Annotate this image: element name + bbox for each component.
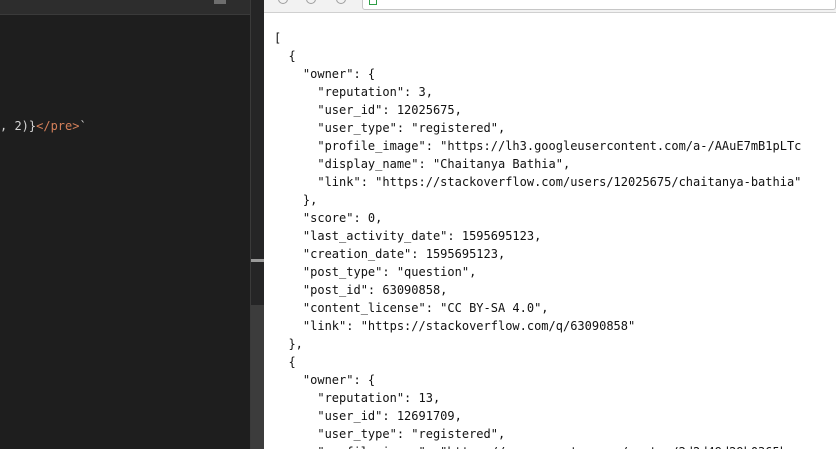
- json-line: },: [274, 193, 318, 207]
- json-response-viewer: [ { "owner": { "reputation": 3, "user_id…: [274, 29, 801, 449]
- address-bar[interactable]: [362, 0, 836, 10]
- json-line: "last_activity_date": 1595695123,: [274, 229, 542, 243]
- json-line: },: [274, 337, 303, 351]
- json-line: "profile_image": "https://lh3.googleuser…: [274, 139, 802, 153]
- code-editor[interactable]: , 2)}</pre>`: [0, 0, 250, 449]
- screen: , 2)}</pre>` [ { "owner": { "reputation"…: [0, 0, 836, 449]
- json-line: "reputation": 13,: [274, 391, 441, 405]
- browser-preview: [ { "owner": { "reputation": 3, "user_id…: [264, 0, 836, 449]
- json-line: "post_id": 63090858,: [274, 283, 448, 297]
- json-line: "owner": {: [274, 373, 376, 387]
- browser-toolbar: [264, 0, 836, 13]
- json-line: "link": "https://stackoverflow.com/users…: [274, 175, 802, 189]
- reload-icon[interactable]: [336, 0, 346, 4]
- editor-toolbar-icon[interactable]: [214, 0, 226, 4]
- json-line: "owner": {: [274, 67, 376, 81]
- json-line: {: [274, 49, 296, 63]
- secure-lock-icon: [369, 0, 377, 5]
- json-line: [: [274, 31, 282, 45]
- json-line: "user_id": 12025675,: [274, 103, 462, 117]
- json-line: "link": "https://stackoverflow.com/q/630…: [274, 319, 636, 333]
- json-line: "content_license": "CC BY-SA 4.0",: [274, 301, 549, 315]
- json-line: {: [274, 355, 296, 369]
- json-line: "score": 0,: [274, 211, 383, 225]
- json-line: "user_id": 12691709,: [274, 409, 462, 423]
- json-line: "post_type": "question",: [274, 265, 477, 279]
- editor-title-bar: [0, 0, 250, 15]
- json-line: "creation_date": 1595695123,: [274, 247, 506, 261]
- scrollbar-track[interactable]: [251, 305, 265, 449]
- json-line: "reputation": 3,: [274, 85, 433, 99]
- code-token-closing-tag: </pre>: [36, 119, 80, 133]
- code-line: , 2)}</pre>`: [0, 117, 87, 135]
- json-line: "user_type": "registered",: [274, 427, 506, 441]
- code-token-backtick: `: [79, 119, 87, 133]
- panel-splitter[interactable]: [250, 0, 265, 449]
- json-line: "user_type": "registered",: [274, 121, 506, 135]
- back-icon[interactable]: [278, 0, 288, 4]
- json-line: "display_name": "Chaitanya Bathia",: [274, 157, 571, 171]
- code-token-expression: , 2)}: [0, 119, 37, 133]
- forward-icon[interactable]: [306, 0, 316, 4]
- splitter-handle[interactable]: [251, 259, 265, 262]
- json-line: "profile_image": "https://www.gravatar.c…: [274, 443, 801, 449]
